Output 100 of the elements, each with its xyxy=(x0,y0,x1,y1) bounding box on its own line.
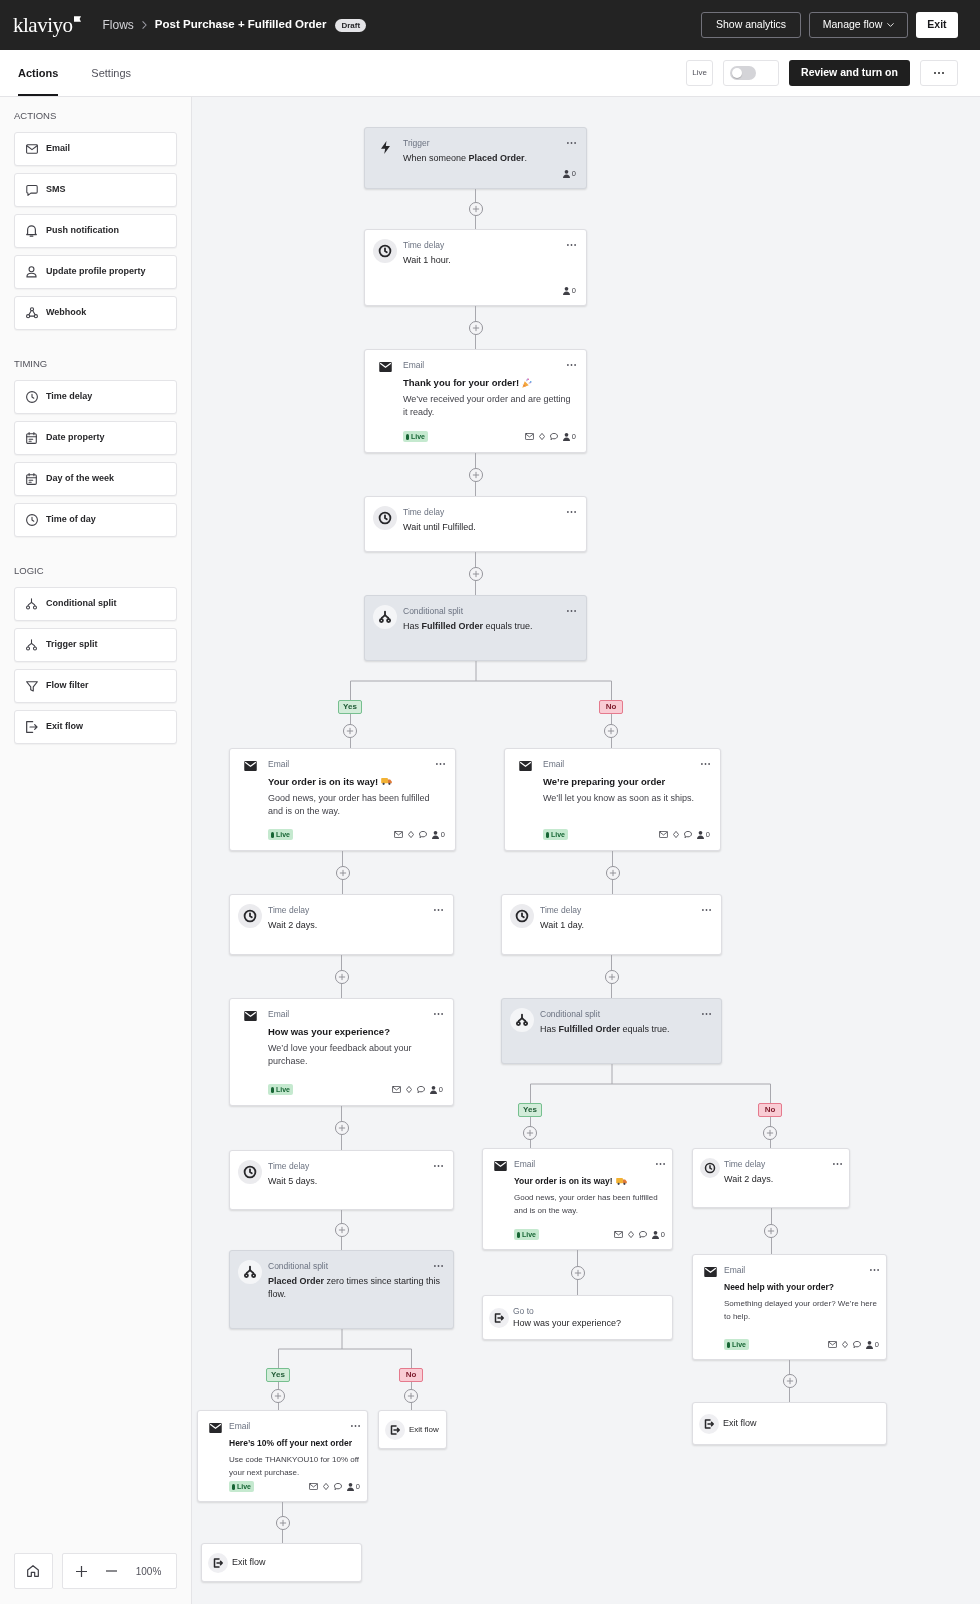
trigger-condition: When someone Placed Order. xyxy=(403,152,529,165)
email-preview: Good news, your order has been fulfilled and is on the way. xyxy=(514,1192,659,1217)
manage-flow-button[interactable]: Manage flow xyxy=(809,12,908,38)
sidebar-item[interactable]: Push notification xyxy=(14,214,177,248)
split-card[interactable]: Conditional split Has Fulfilled Order equals true. xyxy=(364,595,587,661)
logo-wordmark[interactable]: klaviyo xyxy=(13,13,73,37)
split-icon xyxy=(238,1260,262,1284)
add-step-button[interactable] xyxy=(343,724,357,738)
sidebar-item[interactable]: Date property xyxy=(14,421,177,455)
step-type-label: Email xyxy=(229,1420,251,1432)
connector-line xyxy=(577,1250,578,1266)
step-type-label: Time delay xyxy=(268,904,310,916)
add-step-button[interactable] xyxy=(468,566,483,581)
clock-icon xyxy=(238,1160,262,1184)
clock-icon xyxy=(25,391,38,403)
toggle-switch[interactable] xyxy=(730,66,756,80)
chat-icon xyxy=(418,831,427,838)
sidebar-item[interactable]: SMS xyxy=(14,173,177,207)
envelope-icon xyxy=(703,1267,717,1277)
zoom-level: 100% xyxy=(135,1564,162,1579)
connector-line xyxy=(612,851,613,866)
zoom-in-icon[interactable] xyxy=(75,1565,87,1577)
lightning-icon xyxy=(380,141,390,154)
breadcrumb-link[interactable]: Flows xyxy=(102,16,134,34)
connector-line xyxy=(277,1382,279,1389)
exit-card[interactable]: Exit flow xyxy=(692,1402,887,1445)
envelope-icon xyxy=(518,761,532,771)
sidebar-item[interactable]: Time of day xyxy=(14,503,177,537)
time-delay-card[interactable]: Time delay Wait 1 day. xyxy=(501,894,722,955)
add-step-button[interactable] xyxy=(570,1265,585,1280)
add-step-button[interactable] xyxy=(523,1125,537,1140)
add-step-button[interactable] xyxy=(763,1125,777,1140)
add-step-button[interactable] xyxy=(782,1374,797,1388)
split-condition: Has Fulfilled Order equals true. xyxy=(403,620,534,633)
add-step-button[interactable] xyxy=(271,1389,285,1403)
exit-button[interactable]: Exit xyxy=(916,12,958,38)
email-subject: Thank you for your order! xyxy=(403,376,520,389)
add-step-button[interactable] xyxy=(604,969,619,984)
add-step-button[interactable] xyxy=(275,1515,290,1530)
sidebar-item[interactable]: Email xyxy=(14,132,177,166)
sidebar-item[interactable]: Time delay xyxy=(14,380,177,414)
flow-title: Post Purchase + Fulfilled Order xyxy=(154,17,327,33)
connector-line xyxy=(612,879,613,894)
time-delay-card[interactable]: Time delay Wait until Fulfilled. xyxy=(364,496,587,552)
email-subject: We’re preparing your order xyxy=(543,775,666,788)
delay-duration: Wait 1 day. xyxy=(540,919,585,932)
sidebar-item[interactable]: Trigger split xyxy=(14,628,177,662)
diamond-icon xyxy=(322,1483,329,1490)
branch-label: No xyxy=(599,700,623,714)
time-delay-card[interactable]: Time delay Wait 2 days. xyxy=(692,1148,850,1208)
home-button[interactable] xyxy=(14,1553,53,1589)
mail-icon xyxy=(827,1341,837,1348)
split-card[interactable]: Conditional split Has Fulfilled Order equals true. xyxy=(501,998,722,1064)
mail-icon xyxy=(658,831,668,838)
add-step-button[interactable] xyxy=(334,969,349,984)
sidebar-item[interactable]: Webhook xyxy=(14,296,177,330)
add-step-button[interactable] xyxy=(764,1224,778,1238)
add-step-button[interactable] xyxy=(468,320,483,335)
exit-card[interactable]: Exit flow xyxy=(201,1543,362,1582)
connector-line xyxy=(341,1106,342,1121)
add-step-button[interactable] xyxy=(468,202,483,216)
connector-line xyxy=(610,714,612,724)
add-step-button[interactable] xyxy=(468,467,483,482)
review-button[interactable]: Review and turn on xyxy=(789,60,910,86)
go-to-target: How was your experience? xyxy=(513,1317,622,1330)
email-subject: Your order is on its way! xyxy=(514,1175,613,1188)
time-delay-card[interactable]: Time delay Wait 5 days. xyxy=(229,1150,454,1210)
add-step-button[interactable] xyxy=(334,1223,349,1237)
go-to-card[interactable]: Go to How was your experience? xyxy=(482,1295,673,1340)
chat-icon xyxy=(683,831,692,838)
more-button[interactable] xyxy=(920,60,958,86)
connector-line xyxy=(789,1360,790,1374)
add-step-button[interactable] xyxy=(605,865,620,880)
analytics-button[interactable]: Show analytics xyxy=(701,12,801,38)
sidebar-item[interactable]: Exit flow xyxy=(14,710,177,744)
add-step-button[interactable] xyxy=(335,865,350,880)
home-icon xyxy=(27,1565,40,1577)
person-icon xyxy=(696,830,704,839)
connector-line xyxy=(611,983,612,998)
add-step-button[interactable] xyxy=(604,724,618,738)
add-step-button[interactable] xyxy=(404,1389,418,1403)
delay-duration: Wait 2 days. xyxy=(724,1173,775,1186)
connector-line xyxy=(349,738,351,748)
connector-line xyxy=(789,1388,790,1402)
connector-line xyxy=(349,714,351,724)
email-preview: Good news, your order has been fulfilled and is on the way. xyxy=(268,792,431,818)
exit-card[interactable]: Exit flow xyxy=(378,1410,447,1449)
add-step-button[interactable] xyxy=(334,1121,349,1135)
sidebar-item[interactable]: Day of the week xyxy=(14,462,177,496)
connector-line xyxy=(475,580,476,595)
sidebar-item[interactable]: Update profile property xyxy=(14,255,177,289)
person-icon xyxy=(562,286,570,295)
split-card[interactable]: Conditional split Placed Order zero times since starting this flow. xyxy=(229,1250,454,1329)
tab[interactable]: Settings xyxy=(91,50,132,96)
connector-line xyxy=(277,1403,279,1410)
sidebar-item[interactable]: Conditional split xyxy=(14,587,177,621)
time-delay-card[interactable]: Time delay Wait 2 days. xyxy=(229,894,454,955)
sidebar-item[interactable]: Flow filter xyxy=(14,669,177,703)
person-icon xyxy=(26,266,37,278)
chat-icon xyxy=(416,1086,425,1093)
